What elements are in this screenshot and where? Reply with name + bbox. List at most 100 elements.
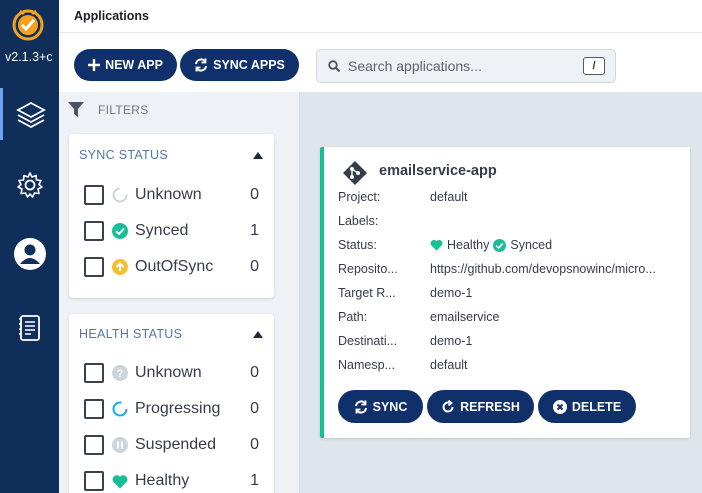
top-bar: Applications NEW APP SYNC APPS Search ap… <box>59 0 702 92</box>
filter-count: 0 <box>250 258 259 275</box>
circle-notch-icon <box>112 187 128 203</box>
filter-count: 0 <box>250 436 259 453</box>
health-status-text: Healthy <box>447 238 490 252</box>
sync-icon <box>195 58 208 72</box>
checkbox[interactable] <box>84 471 104 491</box>
delete-button[interactable]: DELETE <box>538 390 636 423</box>
nav-documentation[interactable] <box>0 302 59 354</box>
filter-health-progressing[interactable]: Progressing 0 <box>84 397 264 421</box>
checkbox[interactable] <box>84 221 104 241</box>
heart-icon <box>112 473 128 489</box>
plus-icon <box>88 59 101 71</box>
field-key: Project: <box>338 190 381 204</box>
times-circle-icon <box>552 399 567 414</box>
new-app-button[interactable]: NEW APP <box>74 49 177 81</box>
field-target-revision: Target R... demo-1 <box>338 284 688 302</box>
filter-label: Healthy <box>135 472 190 489</box>
filter-sync-synced[interactable]: Synced 1 <box>84 219 264 243</box>
sync-icon <box>354 399 367 414</box>
spinner-icon <box>112 401 128 417</box>
filter-label: Unknown <box>135 186 202 203</box>
refresh-button[interactable]: REFRESH <box>427 390 534 423</box>
repo-link[interactable]: https://github.com/devopsnowinc/micro... <box>430 262 675 276</box>
left-nav: v2.1.3+c <box>0 0 59 493</box>
filter-label: Synced <box>135 222 189 239</box>
search-shortcut-key: / <box>583 57 605 75</box>
field-value: default <box>430 358 468 372</box>
health-status-title: HEALTH STATUS <box>79 327 183 341</box>
nav-settings[interactable] <box>0 159 59 211</box>
filter-label: Progressing <box>135 400 221 417</box>
nav-applications[interactable] <box>0 88 59 140</box>
field-key: Destinati... <box>338 334 398 348</box>
checkbox[interactable] <box>84 435 104 455</box>
filter-sync-outofsync[interactable]: OutOfSync 0 <box>84 255 264 279</box>
heart-icon <box>430 239 443 251</box>
argo-logo-icon[interactable] <box>10 6 46 42</box>
delete-label: DELETE <box>571 399 622 414</box>
checkbox[interactable] <box>84 185 104 205</box>
sync-apps-label: SYNC APPS <box>213 58 285 72</box>
refresh-icon <box>442 399 454 413</box>
field-key: Reposito... <box>338 262 398 276</box>
check-circle-icon <box>112 223 128 239</box>
sync-status-panel: SYNC STATUS Unknown 0 Synced 1 OutOfSync… <box>69 134 274 298</box>
filter-health-suspended[interactable]: Suspended 0 <box>84 433 264 457</box>
field-key: Target R... <box>338 286 396 300</box>
filter-icon <box>68 102 84 117</box>
filter-count: 0 <box>250 186 259 203</box>
checkbox[interactable] <box>84 399 104 419</box>
user-icon <box>13 238 46 270</box>
field-key: Path: <box>338 310 368 324</box>
filter-health-healthy[interactable]: Healthy 1 <box>84 469 264 493</box>
pause-circle-icon <box>112 437 128 453</box>
field-value: demo-1 <box>430 286 473 300</box>
field-value: default <box>430 190 468 204</box>
collapse-caret-icon[interactable] <box>253 152 263 159</box>
check-circle-icon <box>493 238 507 252</box>
sync-label: SYNC <box>372 399 408 414</box>
layers-icon <box>16 101 46 129</box>
filters-sidebar: FILTERS SYNC STATUS Unknown 0 Synced 1 O… <box>59 92 300 493</box>
field-value: demo-1 <box>430 334 473 348</box>
sync-apps-button[interactable]: SYNC APPS <box>180 49 299 81</box>
version-label: v2.1.3+c <box>5 50 53 64</box>
git-icon <box>343 161 367 185</box>
filter-count: 0 <box>250 400 259 417</box>
application-tile[interactable]: emailservice-app Project: default Labels… <box>320 147 690 438</box>
filter-count: 0 <box>250 364 259 381</box>
field-path: Path: emailservice <box>338 308 688 326</box>
search-placeholder: Search applications... <box>348 58 482 74</box>
filter-count: 1 <box>250 222 259 239</box>
search-icon <box>328 60 340 72</box>
field-project: Project: default <box>338 188 688 206</box>
checkbox[interactable] <box>84 363 104 383</box>
app-name[interactable]: emailservice-app <box>379 163 497 179</box>
filter-label: Suspended <box>135 436 216 453</box>
filter-health-unknown[interactable]: ? Unknown 0 <box>84 361 264 385</box>
gear-icon <box>16 172 43 198</box>
collapse-caret-icon[interactable] <box>253 331 263 338</box>
filter-count: 1 <box>250 472 259 489</box>
refresh-label: REFRESH <box>460 399 520 414</box>
nav-user-info[interactable] <box>0 228 59 280</box>
sync-status-title: SYNC STATUS <box>79 148 168 162</box>
filter-label: OutOfSync <box>135 258 214 275</box>
field-key: Status: <box>338 238 377 252</box>
field-key: Namesp... <box>338 358 395 372</box>
page-title: Applications <box>74 9 150 23</box>
field-namespace: Namesp... default <box>338 356 688 374</box>
filter-sync-unknown[interactable]: Unknown 0 <box>84 183 264 207</box>
sync-button[interactable]: SYNC <box>338 390 423 423</box>
filter-label: Unknown <box>135 364 202 381</box>
new-app-label: NEW APP <box>105 58 163 72</box>
filters-heading: FILTERS <box>68 102 149 117</box>
sync-status-text: Synced <box>510 238 553 252</box>
field-labels: Labels: <box>338 212 688 230</box>
checkbox[interactable] <box>84 257 104 277</box>
filters-label: FILTERS <box>98 102 149 117</box>
search-input[interactable]: Search applications... / <box>316 49 616 83</box>
field-repository: Reposito... https://github.com/devopsnow… <box>338 260 688 278</box>
status-values: Healthy Synced <box>430 238 675 252</box>
header-divider <box>59 32 702 33</box>
